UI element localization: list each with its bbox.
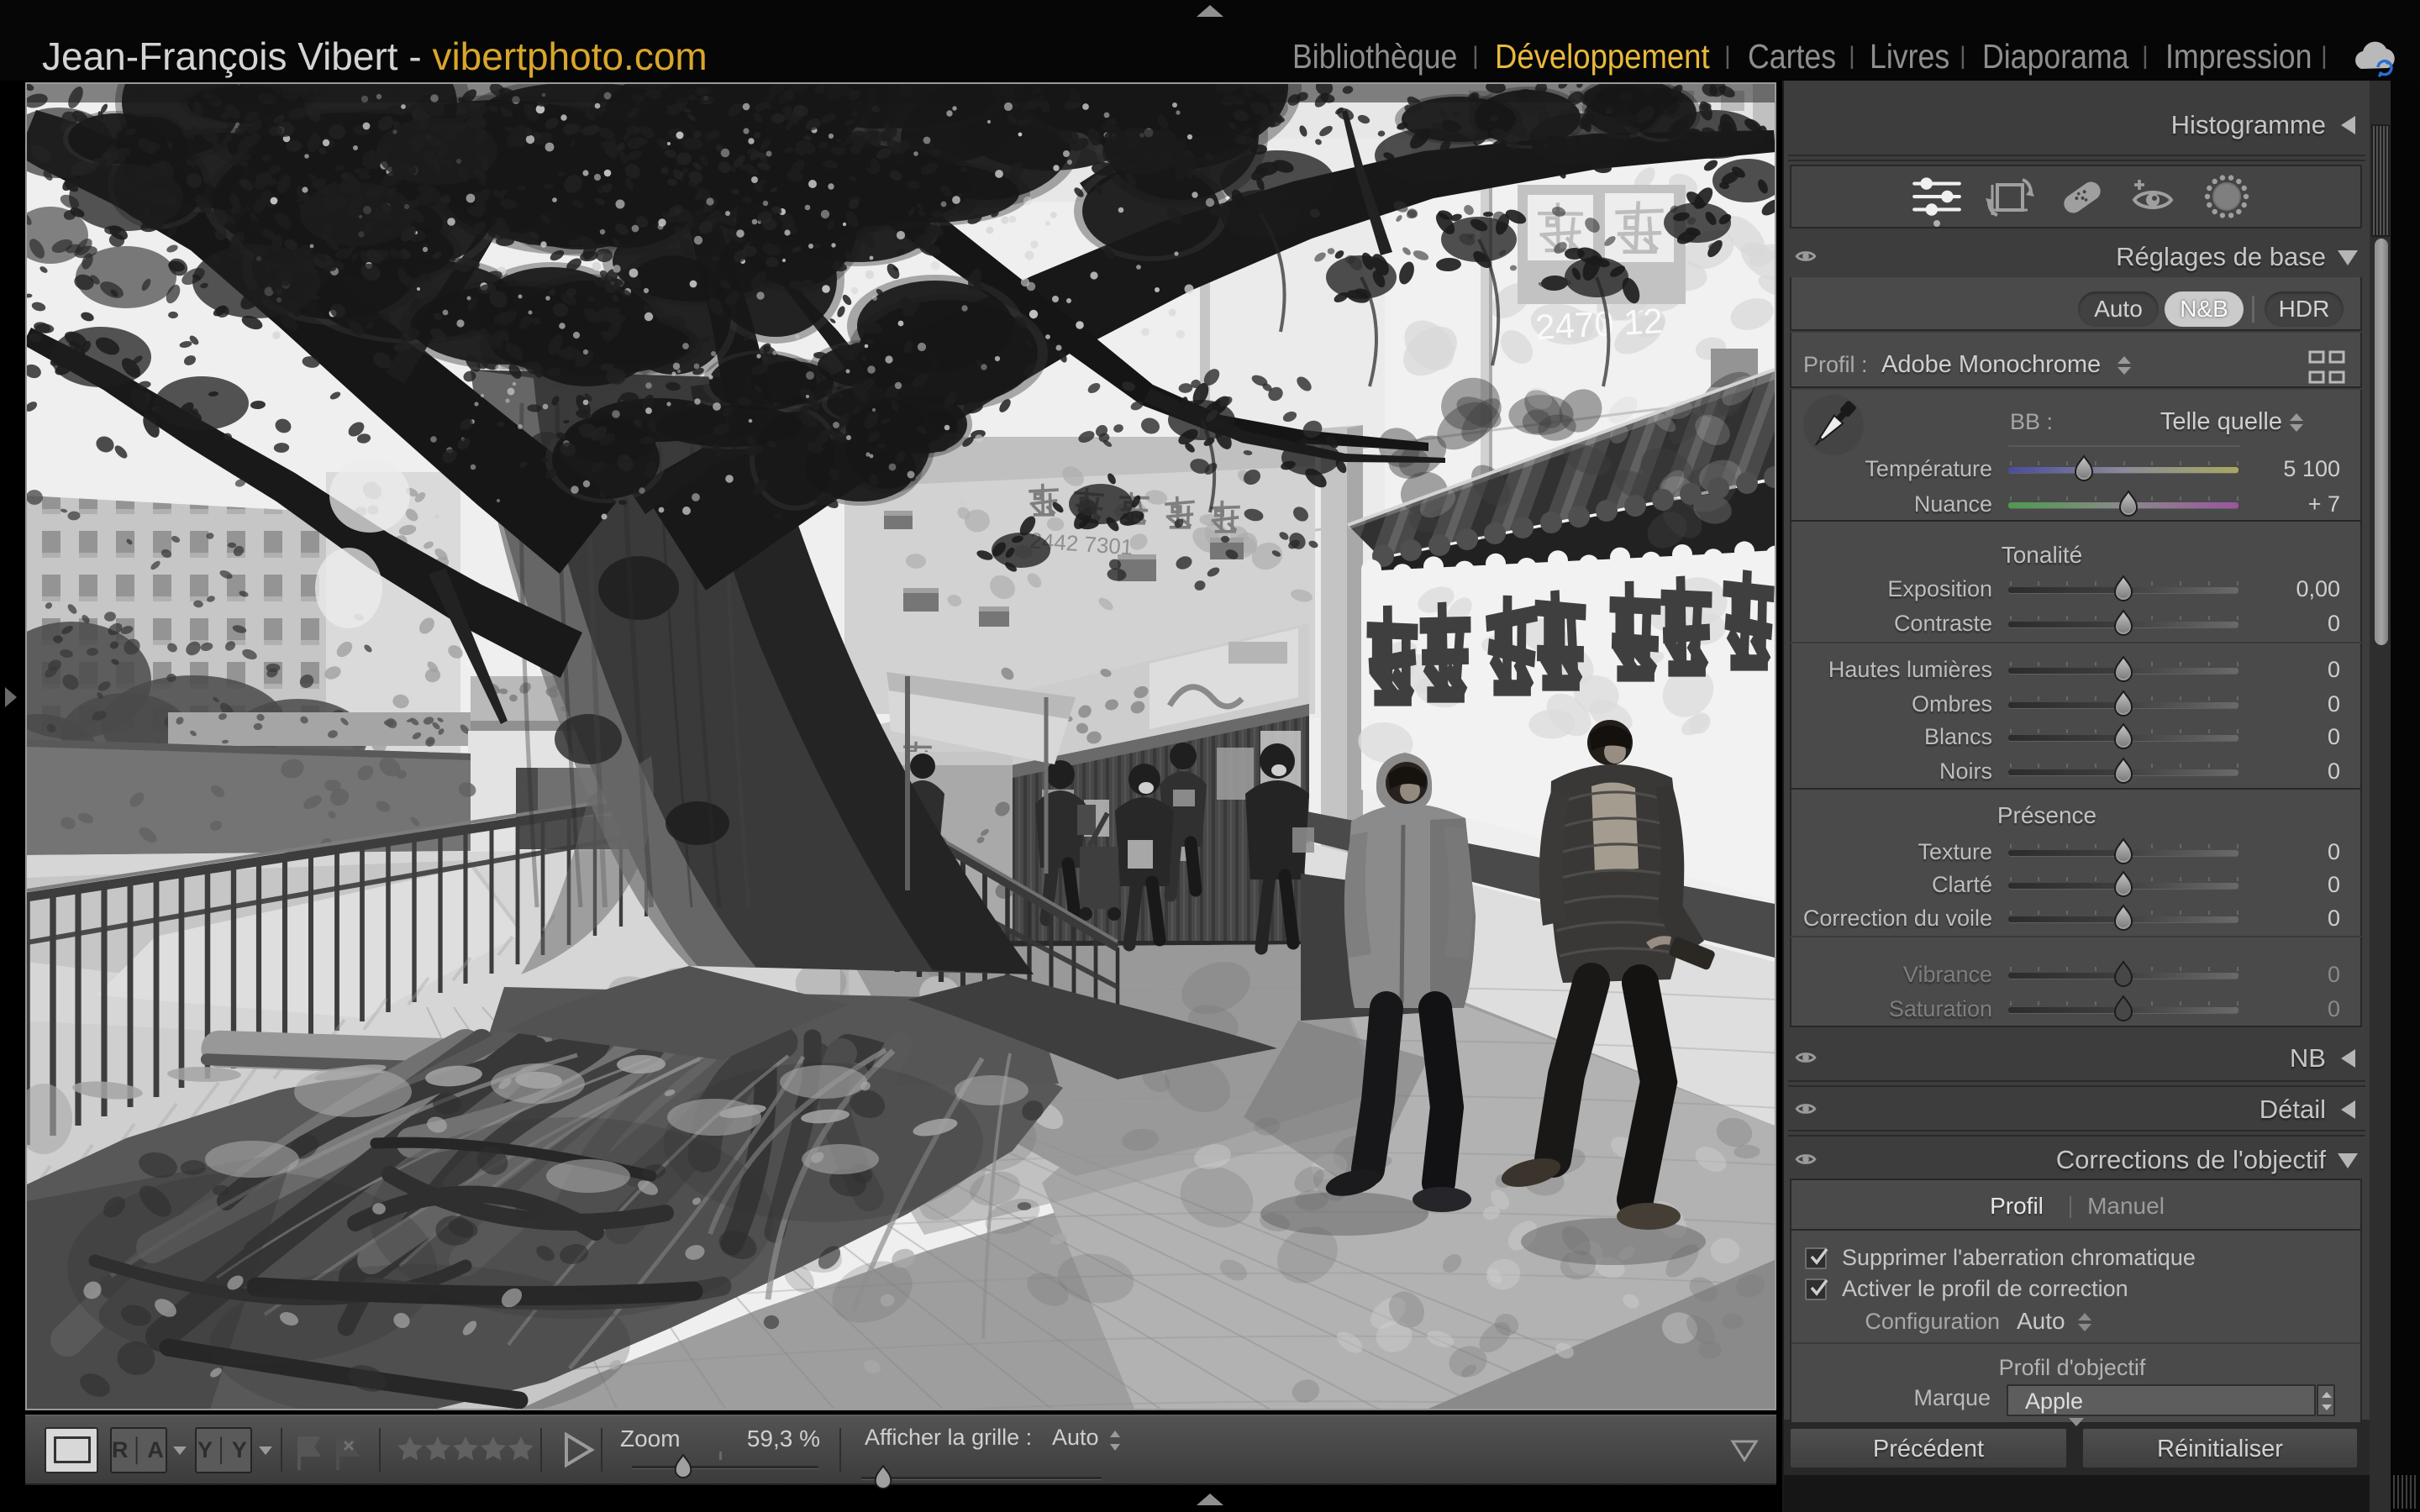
svg-text:2470 12: 2470 12 (1534, 301, 1664, 347)
